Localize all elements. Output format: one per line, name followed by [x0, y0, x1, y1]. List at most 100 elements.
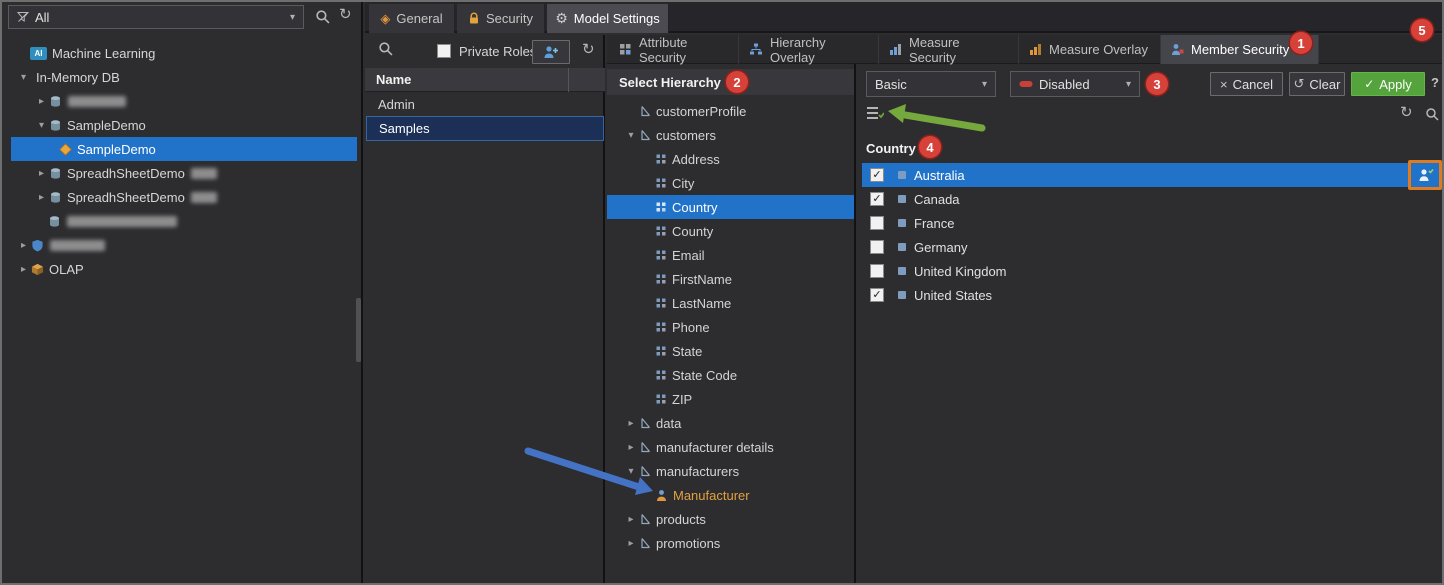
hierarchy-item-data[interactable]: ▸ data — [607, 411, 854, 435]
tab-hierarchy-overlay[interactable]: Hierarchy Overlay — [739, 35, 879, 64]
hierarchy-item-lastname[interactable]: LastName — [607, 291, 854, 315]
member-checkbox[interactable] — [870, 264, 884, 278]
refresh-icon[interactable]: ↻ — [582, 42, 595, 57]
member-label: Germany — [914, 240, 967, 255]
member-access-dropdown[interactable]: Disabled ▾ — [1010, 71, 1140, 97]
tree-item-sampledemo-model[interactable]: SampleDemo — [11, 137, 357, 161]
role-row-admin[interactable]: Admin — [365, 92, 605, 116]
member-checkbox[interactable]: ✓ — [870, 288, 884, 302]
tab-measure-overlay[interactable]: Measure Overlay — [1019, 35, 1161, 64]
user-hierarchy-icon — [655, 489, 668, 502]
member-row-canada[interactable]: ✓ Canada — [862, 187, 1442, 211]
hierarchy-icon — [639, 441, 651, 453]
tree-item-redacted-db-2[interactable] — [4, 209, 356, 233]
member-row-united-kingdom[interactable]: United Kingdom — [862, 259, 1442, 283]
search-icon[interactable] — [1425, 107, 1439, 121]
search-icon[interactable] — [378, 41, 393, 56]
attribute-icon — [655, 177, 667, 189]
chevron-right-icon[interactable]: ▸ — [16, 264, 31, 275]
tree-item-machine-learning[interactable]: AI Machine Learning — [4, 41, 356, 65]
member-checkbox[interactable]: ✓ — [870, 192, 884, 206]
member-checkbox[interactable] — [870, 216, 884, 230]
member-icon — [898, 291, 906, 299]
hierarchy-item-manufacturer[interactable]: Manufacturer — [607, 483, 854, 507]
chevron-right-icon[interactable]: ▸ — [623, 514, 639, 525]
tab-attribute-security[interactable]: Attribute Security — [609, 35, 739, 64]
tab-security[interactable]: Security — [457, 4, 545, 33]
help-button[interactable]: ? — [1431, 75, 1439, 90]
scrollbar-thumb[interactable] — [356, 298, 361, 362]
hierarchy-item-address[interactable]: Address — [607, 147, 854, 171]
add-user-icon — [543, 45, 559, 59]
chevron-right-icon[interactable]: ▸ — [623, 442, 639, 453]
refresh-icon[interactable]: ↻ — [1400, 105, 1413, 120]
hierarchy-icon — [639, 105, 651, 117]
member-checkbox[interactable]: ✓ — [870, 168, 884, 182]
tree-item-redacted-shield[interactable]: ▸ — [4, 233, 356, 257]
hierarchy-item-products[interactable]: ▸ products — [607, 507, 854, 531]
tree-item-label: SpreadhSheetDemo — [67, 166, 185, 181]
hierarchy-item-label: Email — [672, 248, 705, 263]
hierarchy-item-manufacturers[interactable]: ▾ manufacturers — [607, 459, 854, 483]
member-row-australia[interactable]: ✓ Australia — [862, 163, 1442, 187]
chevron-right-icon[interactable]: ▸ — [34, 192, 49, 203]
hierarchy-item-manufacturer-details[interactable]: ▸ manufacturer details — [607, 435, 854, 459]
apply-button[interactable]: ✓ Apply — [1351, 72, 1425, 96]
member-label: United States — [914, 288, 992, 303]
hierarchy-item-state-code[interactable]: State Code — [607, 363, 854, 387]
hierarchy-item-phone[interactable]: Phone — [607, 315, 854, 339]
chevron-right-icon[interactable]: ▸ — [623, 538, 639, 549]
chevron-down-icon[interactable]: ▾ — [623, 130, 639, 141]
tab-model-settings[interactable]: ⚙ Model Settings — [547, 4, 669, 33]
member-icon — [898, 171, 906, 179]
chevron-right-icon[interactable]: ▸ — [34, 168, 49, 179]
member-row-united-states[interactable]: ✓ United States — [862, 283, 1442, 307]
member-checkbox[interactable] — [870, 240, 884, 254]
cancel-button[interactable]: × Cancel — [1210, 72, 1283, 96]
attribute-icon — [655, 393, 667, 405]
chevron-down-icon[interactable]: ▾ — [34, 120, 49, 131]
private-roles-checkbox[interactable] — [437, 44, 451, 58]
add-role-button[interactable] — [532, 40, 570, 64]
tree-item-in-memory-db[interactable]: ▾ In-Memory DB — [4, 65, 356, 89]
tab-measure-security[interactable]: Measure Security — [879, 35, 1019, 64]
hierarchy-item-city[interactable]: City — [607, 171, 854, 195]
tab-general[interactable]: ◈ General — [369, 4, 455, 33]
column-divider[interactable] — [568, 68, 569, 92]
chevron-down-icon[interactable]: ▾ — [16, 72, 31, 83]
search-icon[interactable] — [315, 9, 330, 24]
chevron-down-icon: ▾ — [982, 79, 987, 90]
security-mode-dropdown[interactable]: Basic ▾ — [866, 71, 996, 97]
hierarchy-item-county[interactable]: County — [607, 219, 854, 243]
hierarchy-icon — [639, 537, 651, 549]
attribute-icon — [655, 345, 667, 357]
hierarchy-item-zip[interactable]: ZIP — [607, 387, 854, 411]
hierarchy-item-state[interactable]: State — [607, 339, 854, 363]
hierarchy-item-customerprofile[interactable]: customerProfile — [607, 99, 854, 123]
member-row-germany[interactable]: Germany — [862, 235, 1442, 259]
chevron-right-icon[interactable]: ▸ — [16, 240, 31, 251]
hierarchy-item-firstname[interactable]: FirstName — [607, 267, 854, 291]
tree-item-spreadsheetdemo-2[interactable]: ▸ SpreadhSheetDemo — [4, 185, 356, 209]
database-icon — [48, 215, 61, 228]
chevron-down-icon: ▾ — [1126, 79, 1131, 90]
chevron-down-icon[interactable]: ▾ — [623, 466, 639, 477]
panel-divider[interactable] — [854, 64, 856, 583]
scope-dropdown[interactable]: All ▾ — [8, 5, 304, 29]
tree-item-olap[interactable]: ▸ OLAP — [4, 257, 356, 281]
chevron-right-icon[interactable]: ▸ — [623, 418, 639, 429]
disabled-state-icon — [1019, 80, 1033, 88]
clear-button[interactable]: ↺ Clear — [1289, 72, 1345, 96]
chevron-right-icon[interactable]: ▸ — [34, 96, 49, 107]
tree-item-redacted-db[interactable]: ▸ — [4, 89, 356, 113]
refresh-icon[interactable]: ↻ — [339, 7, 352, 22]
tree-item-spreadsheetdemo-1[interactable]: ▸ SpreadhSheetDemo — [4, 161, 356, 185]
tree-item-sampledemo-db[interactable]: ▾ SampleDemo — [4, 113, 356, 137]
hierarchy-item-country[interactable]: Country — [607, 195, 854, 219]
show-checked-members-icon[interactable] — [866, 105, 884, 121]
hierarchy-item-email[interactable]: Email — [607, 243, 854, 267]
role-row-samples[interactable]: Samples — [366, 116, 604, 141]
member-row-france[interactable]: France — [862, 211, 1442, 235]
hierarchy-item-promotions[interactable]: ▸ promotions — [607, 531, 854, 555]
hierarchy-item-customers[interactable]: ▾ customers — [607, 123, 854, 147]
